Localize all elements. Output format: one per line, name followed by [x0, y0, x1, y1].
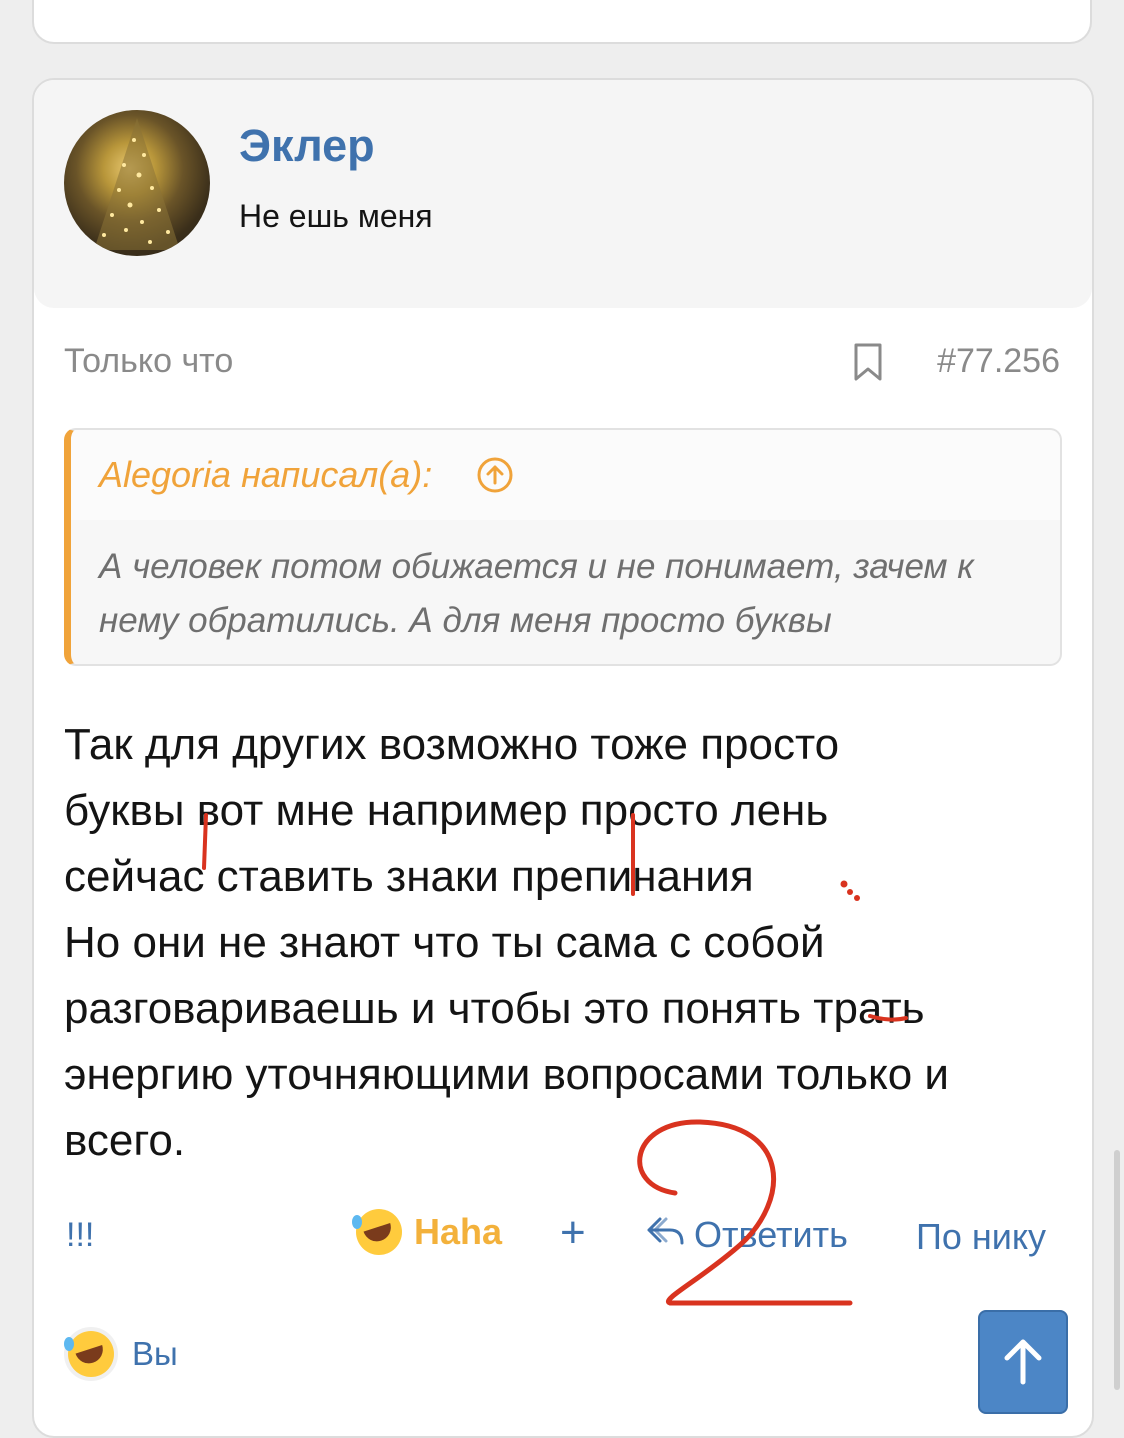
message-line: всего. [64, 1116, 186, 1165]
reaction-label: Haha [414, 1211, 503, 1252]
author-title: Не ешь меня [239, 198, 433, 234]
author-name[interactable]: Эклер [239, 120, 375, 172]
post-actions: !!! Haha + Ответить По нику [34, 1196, 1092, 1266]
message-line: буквы вот мне например просто лень [64, 786, 829, 835]
arrow-up-circle-icon[interactable] [476, 456, 514, 494]
laughing-emoji-icon [352, 1209, 402, 1255]
arrow-up-icon [1004, 1339, 1042, 1385]
reactions-summary[interactable]: Вы [64, 1324, 178, 1384]
scroll-to-top-button[interactable] [978, 1310, 1068, 1414]
quote-author[interactable]: Alegoria написал(а): [99, 454, 432, 496]
laughing-emoji-icon [64, 1327, 118, 1381]
report-link[interactable]: !!! [66, 1216, 94, 1255]
previous-post-card [32, 0, 1092, 44]
message-line: энергию уточняющими вопросами только и [64, 1050, 950, 1099]
reactions-summary-label: Вы [132, 1335, 178, 1372]
quote-header: Alegoria написал(а): [71, 430, 1060, 520]
avatar[interactable] [64, 110, 210, 256]
by-nick-button[interactable]: По нику [916, 1216, 1046, 1258]
reply-icon [646, 1213, 686, 1258]
user-block: Эклер Не ешь меня [34, 80, 1092, 308]
add-reaction-button[interactable]: + [560, 1208, 586, 1258]
reply-label: Ответить [694, 1214, 848, 1255]
post-time[interactable]: Только что [64, 342, 233, 381]
quote-block: Alegoria написал(а): А человек потом оби… [64, 428, 1062, 666]
bookmark-icon[interactable] [852, 342, 884, 382]
post-number[interactable]: #77.256 [937, 342, 1060, 381]
reply-button[interactable]: Ответить [646, 1210, 848, 1260]
scrollbar[interactable] [1114, 1150, 1120, 1390]
message-body: Так для других возможно тоже просто букв… [64, 712, 1074, 1174]
message-line: разговариваешь и чтобы это понять трать [64, 984, 925, 1033]
message-line: сейчас ставить знаки препинания [64, 852, 754, 901]
message-line: Так для других возможно тоже просто [64, 720, 840, 769]
quote-text: А человек потом обижается и не понимает,… [99, 547, 974, 640]
reaction-button[interactable]: Haha [352, 1206, 503, 1258]
message-line: Но они не знают что ты сама с собой [64, 918, 825, 967]
forum-post: Эклер Не ешь меня Только что #77.256 Ale… [32, 78, 1094, 1438]
